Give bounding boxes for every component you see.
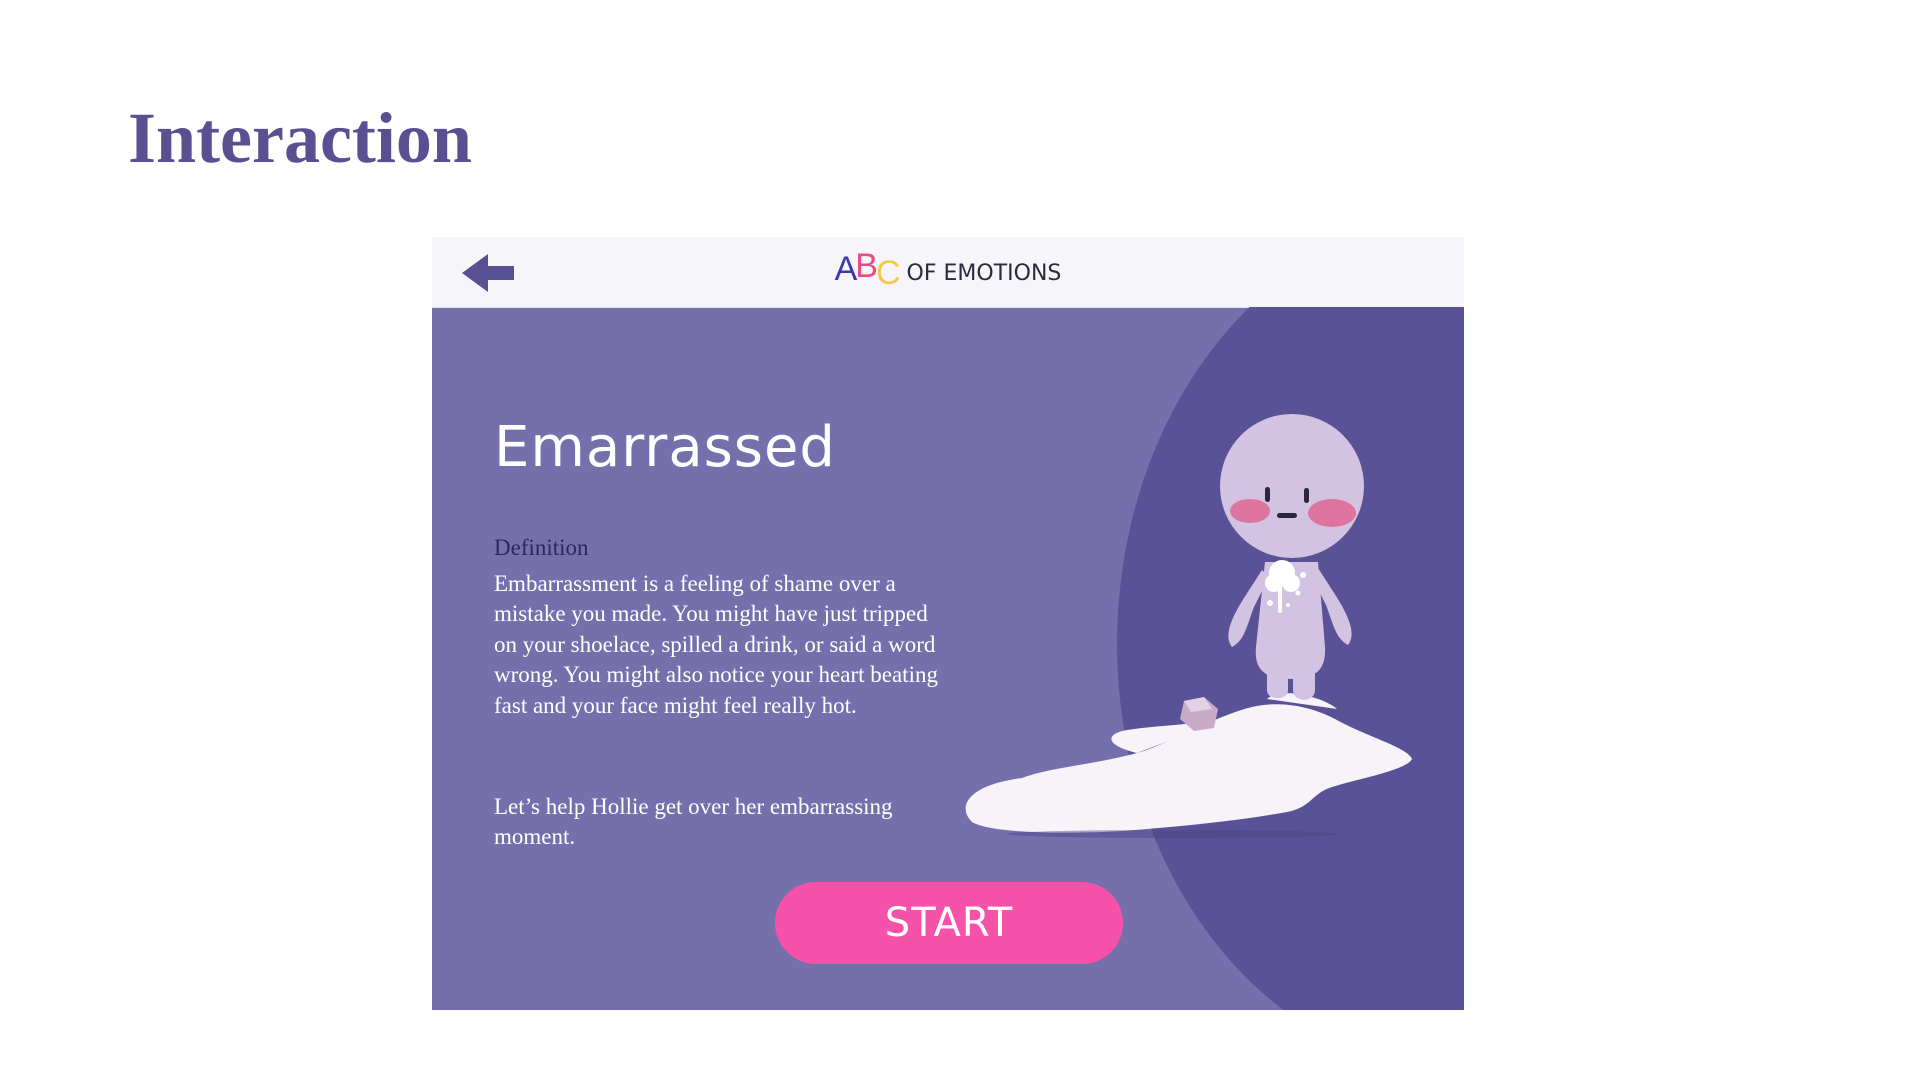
definition-heading: Definition	[494, 535, 589, 560]
emotion-scene: Emarrassed Definition Embarrassment is a…	[432, 307, 1464, 1010]
app-logo: ABC OF EMOTIONS	[432, 247, 1464, 293]
definition-text: Embarrassment is a feeling of shame over…	[494, 571, 938, 718]
prompt-text: Let’s help Hollie get over her embarrass…	[494, 794, 893, 850]
logo-letter-a: A	[834, 250, 858, 288]
spill-shadow	[1007, 830, 1337, 838]
start-button[interactable]: START	[775, 882, 1123, 964]
logo-abc: ABC	[834, 247, 901, 293]
logo-letter-c: C	[875, 254, 901, 292]
app-screen: ABC OF EMOTIONS Emarrassed Definition Em…	[432, 237, 1464, 1010]
slide-title: Interaction	[128, 98, 472, 178]
left-cheek	[1230, 499, 1270, 523]
app-header: ABC OF EMOTIONS	[432, 237, 1464, 308]
right-cheek	[1308, 499, 1356, 527]
logo-text: OF EMOTIONS	[906, 261, 1062, 286]
logo-letter-b: B	[855, 247, 878, 285]
emotion-title: Emarrassed	[494, 415, 836, 480]
